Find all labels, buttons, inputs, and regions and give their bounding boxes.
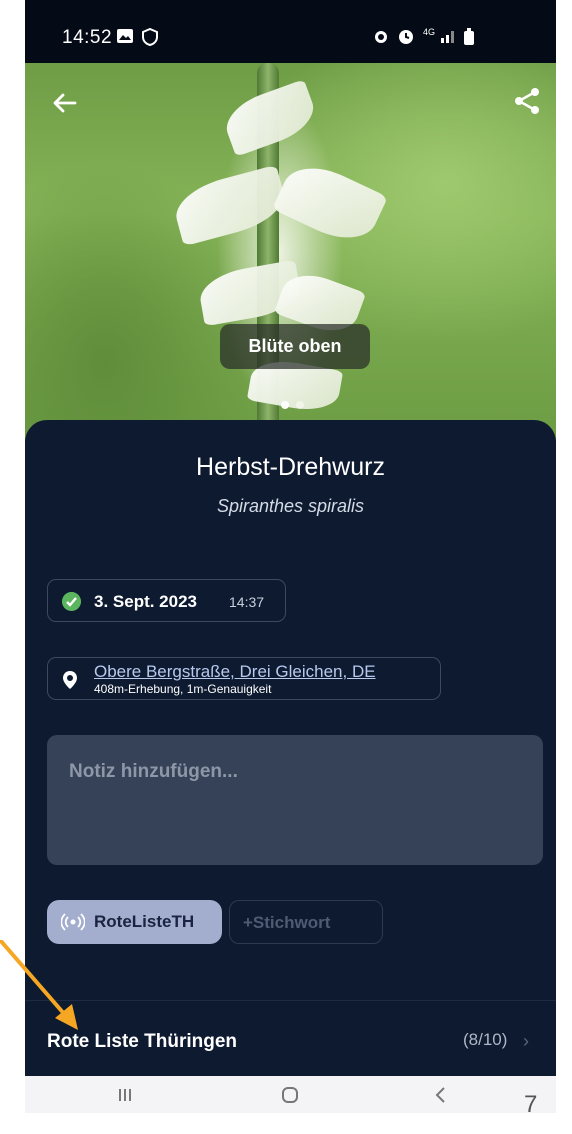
status-time: 14:52 <box>62 27 113 48</box>
species-scientific-name: Spiranthes spiralis <box>216 496 365 516</box>
alarm-icon <box>375 31 387 43</box>
clock-icon <box>399 30 413 44</box>
battery-icon <box>464 28 474 45</box>
observation-time: 14:37 <box>229 594 265 610</box>
species-photo[interactable]: Blüte oben <box>25 63 556 440</box>
back-button[interactable] <box>411 1076 471 1113</box>
location-address-link[interactable]: Obere Bergstraße, Drei Gleichen, DE <box>94 662 376 682</box>
signal-icon <box>441 31 454 43</box>
note-input[interactable]: Notiz hinzufügen... <box>47 735 543 865</box>
flower-petal <box>272 154 388 252</box>
red-list-label: Rote Liste Thüringen <box>47 1031 237 1052</box>
home-icon <box>282 1086 298 1103</box>
broadcast-icon <box>61 913 85 931</box>
status-bar: 14:52 4G <box>25 0 556 63</box>
observation-date: 3. Sept. 2023 <box>94 592 198 611</box>
share-icon[interactable] <box>509 83 545 119</box>
tag-label: RoteListeTH <box>94 912 195 931</box>
recents-icon <box>119 1088 131 1101</box>
photo-caption: Blüte oben <box>220 324 370 369</box>
home-button[interactable] <box>260 1076 320 1113</box>
network-type: 4G <box>423 27 436 37</box>
species-common-name: Herbst-Drehwurz <box>196 453 385 481</box>
chevron-right-icon: › <box>523 1031 529 1051</box>
pager-dot[interactable] <box>296 401 304 409</box>
tag-chip-rotelisteth[interactable]: RoteListeTH <box>47 900 222 944</box>
phone-screen: 14:52 4G Blüte oben Herbst-Drehwurz Spir… <box>25 0 556 1113</box>
shield-icon <box>142 28 158 46</box>
back-arrow-icon[interactable] <box>47 85 83 121</box>
gallery-icon <box>117 29 133 43</box>
location-chip[interactable]: Obere Bergstraße, Drei Gleichen, DE 408m… <box>47 657 441 700</box>
page-number: 7 <box>524 1091 538 1118</box>
check-circle-icon <box>62 592 81 611</box>
recents-button[interactable] <box>95 1076 155 1113</box>
add-keyword-button[interactable]: +Stichwort <box>229 900 383 944</box>
red-list-row[interactable]: Rote Liste Thüringen (8/10) › <box>25 1001 556 1076</box>
location-pin-icon <box>63 671 77 689</box>
observation-date-chip[interactable]: 3. Sept. 2023 14:37 <box>47 579 286 622</box>
location-meta: 408m-Erhebung, 1m-Genauigkeit <box>94 682 272 696</box>
add-keyword-label: +Stichwort <box>243 913 331 932</box>
red-list-count: (8/10) <box>463 1030 508 1049</box>
system-nav-bar <box>25 1076 556 1113</box>
photo-pager <box>281 396 311 414</box>
pager-dot-active[interactable] <box>281 401 289 409</box>
note-placeholder: Notiz hinzufügen... <box>69 761 238 782</box>
back-icon <box>435 1086 445 1103</box>
